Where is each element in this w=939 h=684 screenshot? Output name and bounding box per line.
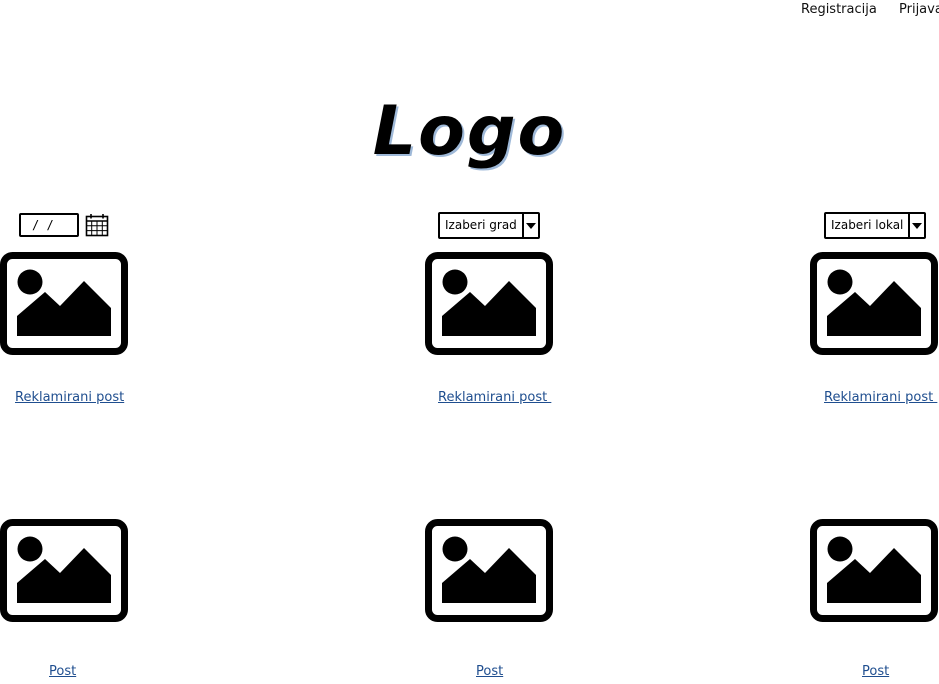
chevron-down-icon[interactable] — [908, 214, 924, 237]
city-select-value: Izaberi grad — [445, 218, 517, 232]
date-input[interactable]: / / — [19, 213, 79, 237]
login-link[interactable]: Prijava — [899, 2, 939, 17]
post-link[interactable]: Post — [862, 664, 889, 679]
register-link[interactable]: Registracija — [801, 2, 877, 17]
image-placeholder-icon[interactable] — [425, 252, 554, 355]
promoted-post-link[interactable]: Reklamirani post — [438, 390, 551, 405]
image-placeholder-icon[interactable] — [425, 519, 554, 622]
venue-select[interactable]: Izaberi lokal — [824, 212, 926, 239]
image-placeholder-icon[interactable] — [0, 519, 129, 622]
city-select[interactable]: Izaberi grad — [438, 212, 540, 239]
calendar-icon[interactable] — [85, 213, 109, 237]
image-placeholder-icon[interactable] — [810, 519, 939, 622]
chevron-down-icon[interactable] — [521, 214, 538, 237]
promoted-post-link[interactable]: Reklamirani post — [824, 390, 937, 405]
image-placeholder-icon[interactable] — [810, 252, 939, 355]
post-link[interactable]: Post — [476, 664, 503, 679]
venue-select-value: Izaberi lokal — [831, 218, 904, 232]
image-placeholder-icon[interactable] — [0, 252, 129, 355]
post-link[interactable]: Post — [49, 664, 76, 679]
logo: Logo — [372, 92, 567, 171]
promoted-post-link[interactable]: Reklamirani post — [15, 390, 124, 405]
